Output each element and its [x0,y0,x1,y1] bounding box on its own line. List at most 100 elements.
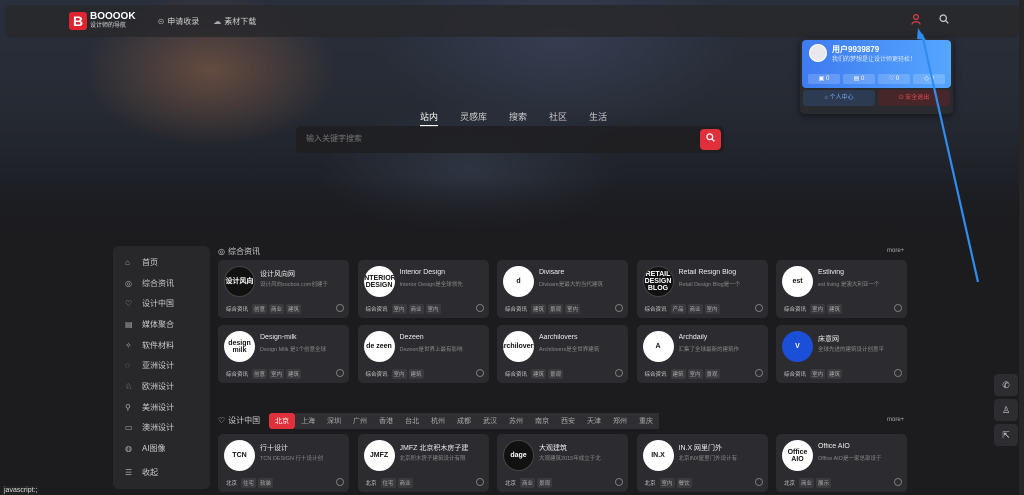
city-tab[interactable]: 西安 [555,413,581,429]
card-tag[interactable]: 综合资讯 [782,369,808,379]
sidebar-collapse[interactable]: ☰ 收起 [113,462,210,483]
info-icon[interactable] [615,304,623,312]
info-icon[interactable] [336,369,344,377]
card-tag[interactable]: 商业 [397,478,413,488]
card-tag[interactable]: 住宅 [380,478,396,488]
card-tag[interactable]: 景观 [537,478,553,488]
card-tag[interactable]: 北京 [643,478,658,488]
card-tag[interactable]: 商业 [269,304,285,314]
card-tag[interactable]: 景观 [548,369,564,379]
card-tag[interactable]: 室内 [704,304,720,314]
city-tab[interactable]: 香港 [373,413,399,429]
info-icon[interactable] [894,478,902,486]
sidebar-item-oceania[interactable]: ▭ 澳洲设计 [113,418,210,439]
site-card[interactable]: dage 大观建筑 大观建筑2015年成立于北 北京 商业 景观 [497,434,628,492]
site-card[interactable]: TCN 行十设计 TCN DESIGN 行十设计创 北京 住宅 软装 [218,434,349,492]
nav-apply-link[interactable]: ⊝ 申请收录 [158,16,200,27]
tab-search[interactable]: 搜索 [509,110,527,127]
city-tab[interactable]: 郑州 [607,413,633,429]
card-tag[interactable]: 室内 [269,369,285,379]
site-card[interactable]: de zeen Dezeen Dezeen是世界上最有影响 综合资讯 室内 建筑 [357,325,489,383]
sidebar-item-china[interactable]: ♡ 设计中国 [113,293,210,314]
sidebar-item-material[interactable]: ✧ 软件材料 [113,335,210,356]
stat-posts[interactable]: ▣ 0 [808,74,840,84]
card-tag[interactable]: 室内 [391,369,407,379]
sidebar-item-europe[interactable]: ♘ 欧洲设计 [113,376,210,397]
stat-comments[interactable]: ▤ 0 [843,74,875,84]
info-icon[interactable] [754,478,763,486]
info-icon[interactable] [475,369,484,377]
card-tag[interactable]: 创意 [252,304,268,314]
site-card[interactable]: d Divisare Divisare是最大的当代建筑 综合资讯 建筑 景观 室内 [497,260,628,318]
scrollbar[interactable] [1019,0,1024,495]
wechat-icon[interactable]: ✆ [994,374,1018,396]
card-tag[interactable]: 创意 [252,369,268,379]
tab-life[interactable]: 生活 [589,110,607,127]
site-card[interactable]: 设计风向 设计风向网 设计风向socbox.com创建于 综合资讯 创意 商业 建筑 [218,260,349,318]
card-tag[interactable]: 建筑 [286,304,302,314]
card-tag[interactable]: 餐饮 [676,478,692,488]
card-tag[interactable]: 综合资讯 [224,304,250,314]
site-card[interactable]: est Estliving est living 是澳大利亚一个 综合资讯 室内 建筑 [776,260,907,318]
logout-button[interactable]: ⏻ 安全退出 [878,90,950,106]
city-tab[interactable]: 武汉 [477,413,503,429]
card-tag[interactable]: 商业 [520,478,536,488]
city-tab[interactable]: 深圳 [321,413,347,429]
card-tag[interactable]: 商业 [799,478,815,488]
card-tag[interactable]: 综合资讯 [782,304,808,314]
card-tag[interactable]: 室内 [810,369,826,379]
card-tag[interactable]: 软装 [258,478,274,488]
card-tag[interactable]: 景观 [548,304,564,314]
info-icon[interactable] [754,304,763,312]
card-tag[interactable]: 综合资讯 [643,304,669,314]
info-icon[interactable] [894,369,902,377]
sidebar-item-news[interactable]: ◎ 综合资讯 [113,273,210,294]
section-news-more[interactable]: more+ [887,248,904,254]
tab-community[interactable]: 社区 [549,110,567,127]
card-tag[interactable]: 建筑 [408,369,424,379]
site-card[interactable]: A Archdaily 汇集了全球最新的建筑作 综合资讯 建筑 室内 景观 [636,325,768,383]
tab-site[interactable]: 站内 [420,110,439,127]
card-tag[interactable]: 北京 [224,478,239,488]
site-card[interactable]: INTERIOR DESIGN Interior Design Interior D… [357,260,489,318]
card-tag[interactable]: 室内 [565,304,581,314]
card-tag[interactable]: 商业 [687,304,703,314]
card-tag[interactable]: 商业 [408,304,424,314]
info-icon[interactable] [475,478,484,486]
card-tag[interactable]: 北京 [503,478,518,488]
site-logo[interactable]: B BOOOOK 设计师的导航 [69,11,136,30]
city-tab[interactable]: 广州 [347,413,373,429]
sidebar-item-ai[interactable]: ◍ AI图像 [113,438,210,459]
search-input[interactable] [306,134,676,143]
card-tag[interactable]: 景观 [704,369,720,379]
card-tag[interactable]: 室内 [687,369,703,379]
site-card[interactable]: archilovers Aarchilovers Archilovers是全世界建筑… [497,325,628,383]
card-tag[interactable]: 建筑 [827,304,843,314]
stat-favorites[interactable]: ◇ 0 [913,74,945,84]
city-tab[interactable]: 苏州 [503,413,529,429]
stat-likes[interactable]: ♡ 0 [878,74,910,84]
site-card[interactable]: Office AIO Office AIO Office AIO是一家总部设于 北京商… [776,434,907,492]
card-tag[interactable]: 建筑 [531,304,547,314]
search-icon[interactable] [939,14,949,28]
city-tab[interactable]: 重庆 [633,413,659,429]
card-tag[interactable]: 北京 [782,478,797,488]
city-tab[interactable]: 上海 [295,413,321,429]
avatar[interactable] [809,44,827,62]
card-tag[interactable]: 综合资讯 [503,369,529,379]
card-tag[interactable]: 产品 [670,304,686,314]
city-tab[interactable]: 天津 [581,413,607,429]
card-tag[interactable]: 综合资讯 [643,369,669,379]
city-tab[interactable]: 台北 [399,413,425,429]
user-center-button[interactable]: ⌂ 个人中心 [803,90,875,106]
info-icon[interactable] [615,478,623,486]
card-tag[interactable]: 综合资讯 [364,369,390,379]
section-china-more[interactable]: more+ [887,417,904,423]
card-tag[interactable]: 建筑 [827,369,843,379]
card-tag[interactable]: 综合资讯 [503,304,529,314]
site-card[interactable]: JMFZ JMFZ 北京积木房子建 北京积木房子建筑设计有限 北京 住宅 商业 [357,434,489,492]
card-tag[interactable]: 建筑 [286,369,302,379]
card-tag[interactable]: 室内 [810,304,826,314]
info-icon[interactable] [754,369,763,377]
info-icon[interactable] [336,304,344,312]
